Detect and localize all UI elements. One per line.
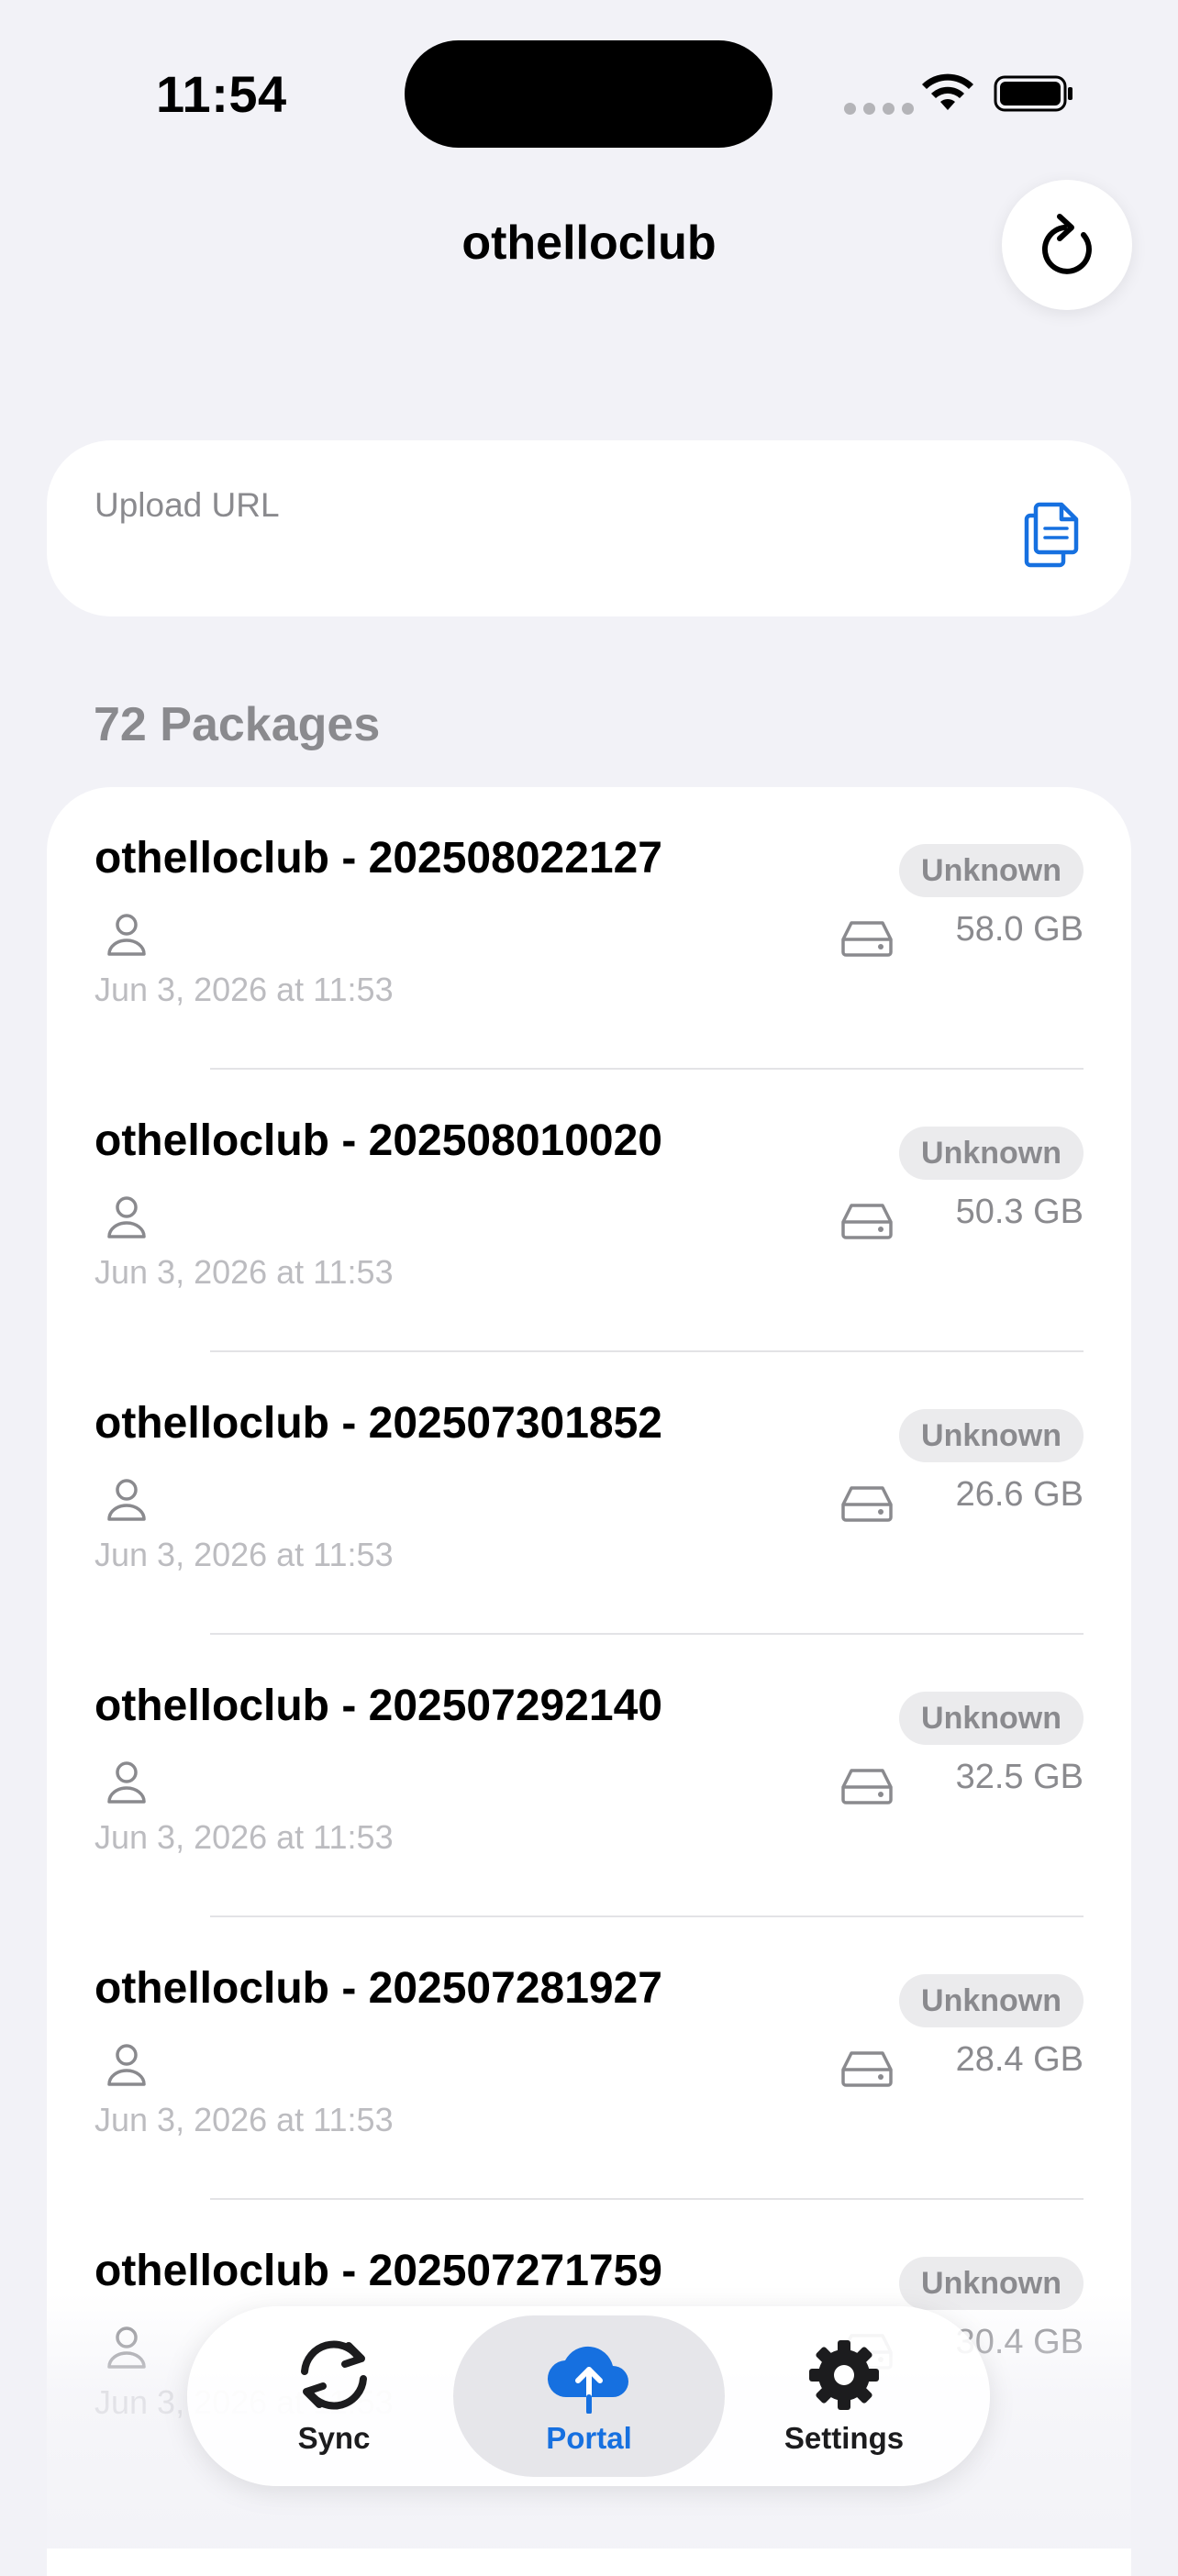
package-title: othelloclub - 202507292140: [94, 1682, 662, 1730]
package-title: othelloclub - 202508022127: [94, 834, 662, 883]
copy-icon[interactable]: [1019, 499, 1084, 569]
package-date: Jun 3, 2026 at 11:53: [94, 1253, 394, 1291]
package-date: Jun 3, 2026 at 11:53: [94, 2101, 394, 2138]
package-row[interactable]: othelloclub - 202508010020 Unknown 50.3 …: [47, 1070, 1131, 1352]
package-row[interactable]: othelloclub - 202507301852 Unknown 26.6 …: [47, 1352, 1131, 1635]
package-title: othelloclub - 202508010020: [94, 1116, 662, 1165]
status-badge: Unknown: [899, 1127, 1084, 1180]
package-size: 32.5 GB: [955, 1758, 1084, 1796]
refresh-button[interactable]: [1002, 180, 1132, 310]
hard-drive-icon: [841, 1486, 893, 1522]
package-size: 28.4 GB: [955, 2040, 1084, 2079]
package-date: Jun 3, 2026 at 11:53: [94, 1818, 394, 1856]
wifi-icon: [922, 73, 973, 110]
packages-count-heading: 72 Packages: [94, 698, 381, 751]
upload-url-label: Upload URL: [94, 486, 280, 524]
cellular-signal-icon: [844, 103, 914, 115]
status-badge: Unknown: [899, 1974, 1084, 2027]
upload-url-card[interactable]: Upload URL: [47, 440, 1131, 616]
package-date: Jun 3, 2026 at 11:53: [94, 1536, 394, 1573]
tab-settings[interactable]: Settings: [708, 2315, 980, 2477]
tab-bar: Sync Portal Settings: [187, 2306, 990, 2486]
user-icon: [107, 1761, 146, 1804]
tab-sync[interactable]: Sync: [198, 2315, 470, 2477]
hard-drive-icon: [841, 2051, 893, 2087]
package-title: othelloclub - 202507281927: [94, 1964, 662, 2013]
sync-icon: [301, 2340, 367, 2410]
package-size: 58.0 GB: [955, 910, 1084, 949]
package-size: 50.3 GB: [955, 1193, 1084, 1231]
status-badge: Unknown: [899, 844, 1084, 897]
refresh-icon: [1041, 214, 1092, 274]
user-icon: [107, 1479, 146, 1521]
status-badge: Unknown: [899, 1409, 1084, 1462]
hard-drive-icon: [841, 1204, 893, 1239]
status-time: 11:54: [156, 65, 287, 123]
package-row[interactable]: othelloclub - 202507292140 Unknown 32.5 …: [47, 1635, 1131, 1917]
hard-drive-icon: [841, 1769, 893, 1804]
user-icon: [107, 1196, 146, 1238]
tab-portal[interactable]: Portal: [453, 2315, 725, 2477]
tab-settings-label: Settings: [783, 2421, 905, 2455]
gear-icon: [809, 2340, 879, 2410]
hard-drive-icon: [841, 921, 893, 957]
package-row[interactable]: othelloclub - 202507281927 Unknown 28.4 …: [47, 1917, 1131, 2200]
package-size: 26.6 GB: [955, 1475, 1084, 1514]
status-badge: Unknown: [899, 1692, 1084, 1745]
dynamic-island: [405, 40, 772, 148]
package-title: othelloclub - 202507301852: [94, 1399, 662, 1448]
tab-sync-label: Sync: [297, 2421, 371, 2455]
tab-portal-label: Portal: [546, 2421, 632, 2455]
battery-icon: [994, 75, 1072, 112]
cloud-upload-icon: [547, 2346, 628, 2414]
package-date: Jun 3, 2026 at 11:53: [94, 971, 394, 1008]
package-row[interactable]: othelloclub - 202508022127 Unknown 58.0 …: [47, 787, 1131, 1070]
user-icon: [107, 914, 146, 956]
package-title: othelloclub - 202507271759: [94, 2247, 662, 2295]
user-icon: [107, 2044, 146, 2086]
